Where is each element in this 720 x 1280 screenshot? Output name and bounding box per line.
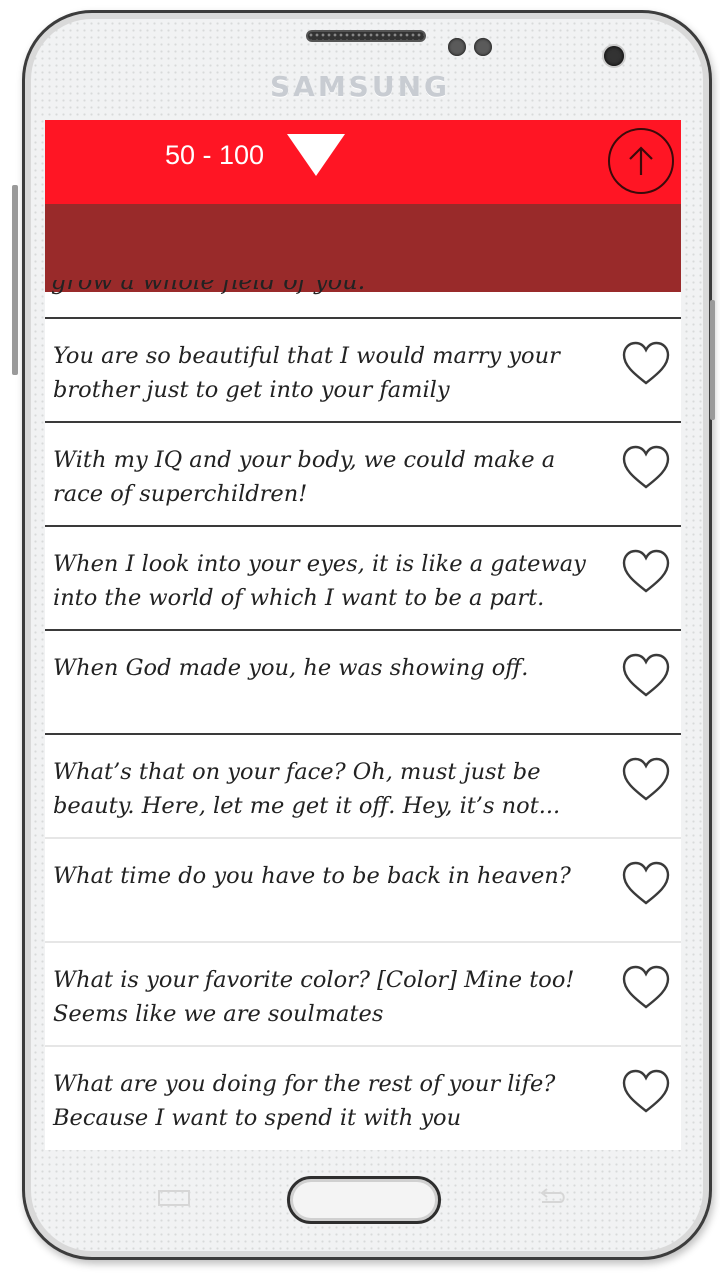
sub-toolbar bbox=[45, 204, 681, 292]
list-item[interactable]: What is your favorite color? [Color] Min… bbox=[45, 941, 681, 1045]
heart-icon[interactable] bbox=[621, 963, 671, 1013]
heart-icon[interactable] bbox=[621, 859, 671, 909]
front-camera bbox=[604, 46, 624, 66]
heart-icon[interactable] bbox=[621, 651, 671, 701]
top-toolbar: 50 - 100 bbox=[45, 120, 681, 204]
list-item-text: grow a whole field of you. bbox=[51, 280, 366, 295]
arrow-up-icon bbox=[629, 146, 653, 175]
list-item[interactable]: When I look into your eyes, it is like a… bbox=[45, 525, 681, 629]
scroll-to-top-button[interactable] bbox=[608, 128, 674, 194]
list-item-text: What are you doing for the rest of your … bbox=[53, 1071, 556, 1131]
list-item[interactable]: What time do you have to be back in heav… bbox=[45, 837, 681, 941]
quote-list: You are so beautiful that I would marry … bbox=[45, 317, 681, 1149]
heart-icon[interactable] bbox=[621, 547, 671, 597]
list-item-text: What time do you have to be back in heav… bbox=[53, 863, 571, 889]
back-key-icon[interactable] bbox=[534, 1188, 570, 1208]
list-item-text: What’s that on your face? Oh, must just … bbox=[53, 759, 561, 819]
heart-icon[interactable] bbox=[621, 1067, 671, 1117]
range-label[interactable]: 50 - 100 bbox=[165, 140, 264, 171]
list-item-text: You are so beautiful that I would marry … bbox=[53, 343, 560, 403]
list-item[interactable]: With my IQ and your body, we could make … bbox=[45, 421, 681, 525]
brand-logo: SAMSUNG bbox=[269, 70, 451, 103]
list-item[interactable]: What’s that on your face? Oh, must just … bbox=[45, 733, 681, 837]
list-item-text: What is your favorite color? [Color] Min… bbox=[53, 967, 575, 1027]
dropdown-arrow-icon[interactable] bbox=[283, 132, 349, 178]
heart-icon[interactable] bbox=[621, 755, 671, 805]
earpiece-speaker bbox=[306, 30, 426, 42]
list-item-partial: grow a whole field of you. bbox=[51, 280, 611, 300]
list-item-text: When God made you, he was showing off. bbox=[53, 655, 529, 681]
recent-apps-key-icon[interactable] bbox=[156, 1188, 192, 1208]
volume-button bbox=[12, 185, 18, 375]
light-sensor bbox=[474, 38, 492, 56]
proximity-sensor bbox=[448, 38, 466, 56]
list-item[interactable]: You are so beautiful that I would marry … bbox=[45, 317, 681, 421]
home-button[interactable] bbox=[287, 1176, 441, 1224]
list-item-text: When I look into your eyes, it is like a… bbox=[53, 551, 586, 611]
list-item[interactable]: When God made you, he was showing off. bbox=[45, 629, 681, 733]
list-item[interactable]: What are you doing for the rest of your … bbox=[45, 1045, 681, 1149]
heart-icon[interactable] bbox=[621, 443, 671, 493]
power-button bbox=[710, 300, 715, 420]
app-screen: 50 - 100 grow a whole field of you. You … bbox=[45, 120, 681, 1150]
heart-icon[interactable] bbox=[621, 339, 671, 389]
list-item-text: With my IQ and your body, we could make … bbox=[53, 447, 556, 507]
